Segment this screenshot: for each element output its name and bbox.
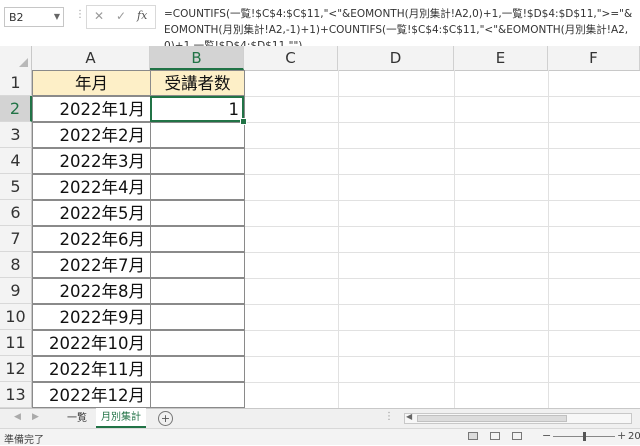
row-header-12[interactable]: 12 [0, 356, 32, 382]
cell-count[interactable] [150, 148, 245, 174]
cell-count[interactable] [150, 330, 245, 356]
cell-count[interactable] [150, 122, 245, 148]
active-cell-b2[interactable] [150, 96, 244, 122]
cell-month[interactable]: 2022年6月 [32, 226, 151, 252]
add-sheet-icon[interactable]: + [158, 411, 173, 426]
column-header-f[interactable]: F [548, 46, 640, 70]
row-header-9[interactable]: 9 [0, 278, 32, 304]
cell-count[interactable] [150, 382, 245, 408]
page-break-view-icon[interactable] [512, 432, 522, 440]
row-header-11[interactable]: 11 [0, 330, 32, 356]
cell-count[interactable] [150, 356, 245, 382]
row-header-10[interactable]: 10 [0, 304, 32, 330]
cell-month[interactable]: 2022年11月 [32, 356, 151, 382]
zoom-out-icon[interactable]: − [542, 429, 551, 442]
row-header-4[interactable]: 4 [0, 148, 32, 174]
status-bar: 準備完了 − + 205 [0, 428, 640, 446]
column-header-c[interactable]: C [244, 46, 338, 70]
cell-count[interactable] [150, 304, 245, 330]
zoom-in-icon[interactable]: + [617, 429, 626, 442]
scroll-tabs-right-icon[interactable]: ▶ [32, 412, 39, 422]
sheet-tab-bar: ◀ ▶ 一覧 月別集計 + ⋮ ◀ [0, 408, 640, 429]
row-header-13[interactable]: 13 [0, 382, 32, 408]
scroll-tabs-left-icon[interactable]: ◀ [14, 412, 21, 422]
formula-actions: ✕ ✓ fx [86, 5, 156, 29]
zoom-level[interactable]: 205 [628, 431, 640, 442]
fill-handle[interactable] [240, 118, 247, 125]
sheet-tab-ichiran[interactable]: 一覧 [58, 409, 97, 428]
sheet-tab-monthly-summary[interactable]: 月別集計 [96, 408, 146, 428]
cell-month[interactable]: 2022年4月 [32, 174, 151, 200]
horizontal-scrollbar[interactable]: ◀ [404, 412, 632, 424]
scrollbar-thumb[interactable] [417, 415, 567, 422]
column-header-d[interactable]: D [338, 46, 454, 70]
formula-bar: B2 ▼ ⋮ ✕ ✓ fx =COUNTIFS(一覧!$C$4:$C$11,"<… [0, 0, 640, 52]
header-cell-year-month[interactable]: 年月 [32, 70, 151, 96]
cell-month[interactable]: 2022年10月 [32, 330, 151, 356]
cell-month[interactable]: 2022年5月 [32, 200, 151, 226]
spreadsheet-grid[interactable]: 年月 受講者数 2022年1月 1 2022年2月 2022年3月 2022年4月 202… [32, 70, 640, 408]
row-header-5[interactable]: 5 [0, 174, 32, 200]
header-cell-attendees[interactable]: 受講者数 [150, 70, 245, 96]
drag-handle-icon[interactable]: ⋮ [75, 9, 85, 20]
row-header-3[interactable]: 3 [0, 122, 32, 148]
row-header-7[interactable]: 7 [0, 226, 32, 252]
split-handle-icon[interactable]: ⋮ [384, 411, 394, 422]
cell-month[interactable]: 2022年8月 [32, 278, 151, 304]
column-header-e[interactable]: E [454, 46, 548, 70]
select-all-corner[interactable] [0, 46, 32, 70]
cell-count[interactable] [150, 174, 245, 200]
scroll-left-icon[interactable]: ◀ [406, 412, 412, 421]
row-header-2[interactable]: 2 [0, 96, 32, 122]
insert-function-icon[interactable]: fx [137, 9, 147, 22]
column-header-b[interactable]: B [150, 46, 244, 70]
cell-month[interactable]: 2022年12月 [32, 382, 151, 408]
chevron-down-icon[interactable]: ▼ [54, 12, 60, 21]
cell-month[interactable]: 2022年7月 [32, 252, 151, 278]
row-header-1[interactable]: 1 [0, 70, 32, 96]
cell-month[interactable]: 2022年9月 [32, 304, 151, 330]
column-headers: A B C D E F [0, 46, 640, 71]
normal-view-icon[interactable] [468, 432, 478, 440]
enter-check-icon[interactable]: ✓ [116, 9, 126, 23]
zoom-slider-thumb[interactable] [583, 432, 586, 441]
name-box-value: B2 [9, 11, 24, 24]
name-box[interactable]: B2 ▼ [4, 7, 64, 27]
cell-month[interactable]: 2022年3月 [32, 148, 151, 174]
page-layout-view-icon[interactable] [490, 432, 500, 440]
cell-count[interactable] [150, 226, 245, 252]
cell-count[interactable] [150, 278, 245, 304]
cell-month[interactable]: 2022年1月 [32, 96, 151, 122]
row-header-6[interactable]: 6 [0, 200, 32, 226]
row-header-8[interactable]: 8 [0, 252, 32, 278]
column-header-a[interactable]: A [32, 46, 150, 70]
cell-count[interactable] [150, 200, 245, 226]
cancel-icon[interactable]: ✕ [94, 9, 104, 23]
cell-count[interactable] [150, 252, 245, 278]
cell-month[interactable]: 2022年2月 [32, 122, 151, 148]
